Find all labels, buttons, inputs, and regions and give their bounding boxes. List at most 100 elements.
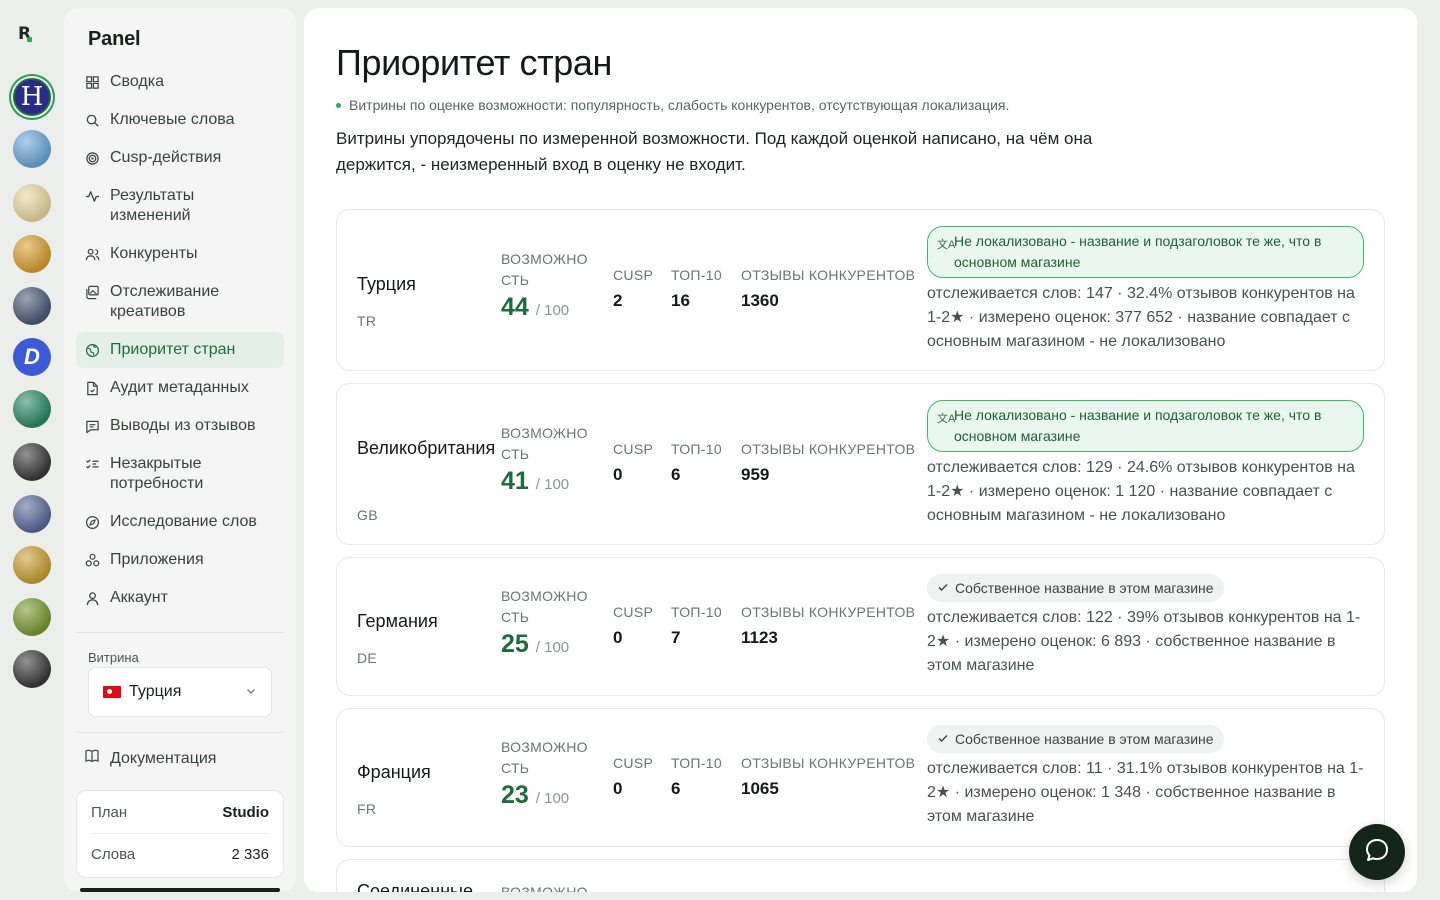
localized-badge: Собственное название в этом магазине	[927, 725, 1224, 753]
country-card[interactable]: Соединенные ВОЗМОЖНОСТЬ	[336, 859, 1385, 892]
top10-label: ТОП-10	[671, 603, 722, 620]
reviews-label: ОТЗЫВЫ КОНКУРЕНТОВ	[741, 441, 916, 457]
brand-title: Panel	[88, 28, 141, 50]
compass-icon	[84, 512, 100, 532]
sidebar-item-label: Приоритет стран	[110, 341, 236, 358]
user-icon	[84, 588, 100, 608]
score-max: / 100	[535, 638, 570, 656]
app-icon-runner[interactable]	[13, 130, 51, 168]
app-icon-tv[interactable]	[13, 650, 51, 688]
reviews-label: ОТЗЫВЫ КОНКУРЕНТОВ	[741, 603, 916, 620]
score-value: 41	[501, 467, 529, 495]
sidebar-item-7[interactable]: Аудит метаданных	[76, 370, 284, 406]
sidebar-item-4[interactable]: Конкуренты	[76, 236, 284, 272]
sidebar-item-8[interactable]: Выводы из отзывов	[76, 408, 284, 444]
sidebar-item-1[interactable]: Ключевые слова	[76, 102, 284, 138]
score-value: 25	[501, 629, 529, 658]
target-icon	[84, 148, 100, 168]
plan-value: Studio	[222, 803, 269, 821]
sidebar-item-label: Конкуренты	[110, 245, 198, 262]
app-icon-puzzle[interactable]	[13, 390, 51, 428]
country-name: Соединенные	[357, 881, 473, 892]
app-icon-h[interactable]: H	[13, 78, 51, 116]
badge-text: Не локализовано - название и подзаголово…	[954, 233, 1322, 270]
country-code: DE	[357, 649, 378, 666]
translate-icon: 文A	[937, 413, 956, 425]
sidebar-item-label: Cusp-действия	[110, 149, 222, 166]
subtitle-text: Витрины по оценке возможности: популярно…	[349, 97, 1010, 113]
activity-icon	[84, 186, 100, 206]
opportunity-label: ВОЗМОЖНОСТЬ	[501, 738, 588, 776]
sidebar: Panel Сводка Ключевые слова Cusp-действи…	[64, 8, 296, 892]
sidebar-item-label: Приложения	[110, 551, 204, 568]
cusp-label: CUSP	[613, 441, 654, 457]
chevron-down-icon	[245, 685, 257, 700]
sidebar-item-10[interactable]: Исследование слов	[76, 504, 284, 540]
top10-label: ТОП-10	[671, 267, 722, 283]
message-icon	[84, 416, 100, 436]
top10-value: 7	[671, 627, 681, 647]
opportunity-label: ВОЗМОЖНОСТЬ	[501, 587, 588, 625]
sidebar-item-6[interactable]: Приоритет стран	[76, 332, 284, 368]
localization-warning-badge: 文A Не локализовано - название и подзагол…	[927, 400, 1364, 452]
app-icon-temple-2[interactable]	[13, 598, 51, 636]
country-code: TR	[357, 313, 377, 329]
sidebar-item-label: Отслеживание креативов	[110, 283, 220, 320]
sidebar-item-label: Ключевые слова	[110, 111, 235, 128]
words-value: 2 336	[231, 846, 269, 863]
app-icon-d[interactable]: D	[13, 338, 51, 376]
sidebar-item-3[interactable]: Результаты изменений	[76, 178, 284, 234]
globe-icon	[84, 340, 100, 360]
sidebar-item-label: Сводка	[110, 73, 165, 90]
cusp-value: 0	[613, 627, 623, 647]
app-icon-investing[interactable]	[13, 443, 51, 481]
check-icon	[937, 731, 949, 747]
country-card[interactable]: Германия DE ВОЗМОЖНОСТЬ 25 / 100 CUSP 0 …	[336, 557, 1385, 696]
sidebar-item-12[interactable]: Аккаунт	[76, 580, 284, 616]
badge-text: Не локализовано - название и подзаголово…	[954, 407, 1322, 444]
country-card[interactable]: Великобритания GB ВОЗМОЖНОСТЬ 41 / 100 C…	[336, 383, 1385, 545]
store-select[interactable]: Турция	[88, 667, 272, 717]
sidebar-item-9[interactable]: Незакрытые потребности	[76, 446, 284, 502]
docs-link[interactable]: Документация	[84, 748, 216, 769]
app-icon-chart[interactable]	[13, 287, 51, 325]
opportunity-score: 44 / 100	[501, 293, 569, 322]
logo-icon[interactable]: R	[18, 24, 36, 44]
app-icon-altin[interactable]	[13, 184, 51, 222]
country-name: Турция	[357, 274, 416, 294]
main-panel: Приоритет стран Витрины по оценке возмож…	[304, 8, 1417, 892]
app-icon-blocks[interactable]	[13, 235, 51, 273]
sidebar-item-label: Незакрытые потребности	[110, 455, 204, 492]
card-detail: отслеживается слов: 129 · 24.6% отзывов …	[927, 459, 1355, 524]
country-card[interactable]: Турция TR ВОЗМОЖНОСТЬ 44 / 100 CUSP 2 ТО…	[336, 209, 1385, 371]
status-dot-icon	[336, 102, 341, 108]
country-card[interactable]: Франция FR ВОЗМОЖНОСТЬ 23 / 100 CUSP 0 Т…	[336, 708, 1385, 847]
users-icon	[84, 244, 100, 264]
chat-button[interactable]	[1349, 824, 1405, 880]
reviews-value: 959	[741, 465, 770, 484]
score-value: 23	[501, 780, 529, 809]
score-max: / 100	[535, 476, 570, 493]
cusp-value: 0	[613, 778, 623, 798]
chat-bubble-icon	[1364, 837, 1390, 868]
opportunity-score: 25 / 100	[501, 630, 569, 659]
app-icon-temple[interactable]	[13, 546, 51, 584]
words-row: Слова 2 336	[91, 833, 269, 875]
cusp-value: 2	[613, 291, 623, 310]
app-icon-character[interactable]	[13, 495, 51, 533]
reviews-label: ОТЗЫВЫ КОНКУРЕНТОВ	[741, 754, 916, 771]
top10-value: 16	[671, 291, 690, 310]
country-code: FR	[357, 800, 377, 817]
flag-turkey-icon	[103, 686, 121, 698]
sidebar-divider-2	[76, 732, 284, 733]
sidebar-item-2[interactable]: Cusp-действия	[76, 140, 284, 176]
top10-value: 6	[671, 465, 681, 484]
sidebar-item-11[interactable]: Приложения	[76, 542, 284, 578]
top10-label: ТОП-10	[671, 754, 722, 771]
opportunity-label: ВОЗМОЖНОСТЬ	[501, 425, 588, 462]
sidebar-item-0[interactable]: Сводка	[76, 64, 284, 100]
sidebar-item-5[interactable]: Отслеживание креативов	[76, 274, 284, 330]
sidebar-divider	[76, 632, 284, 633]
page-title: Приоритет стран	[336, 42, 612, 83]
cusp-label: CUSP	[613, 754, 654, 771]
